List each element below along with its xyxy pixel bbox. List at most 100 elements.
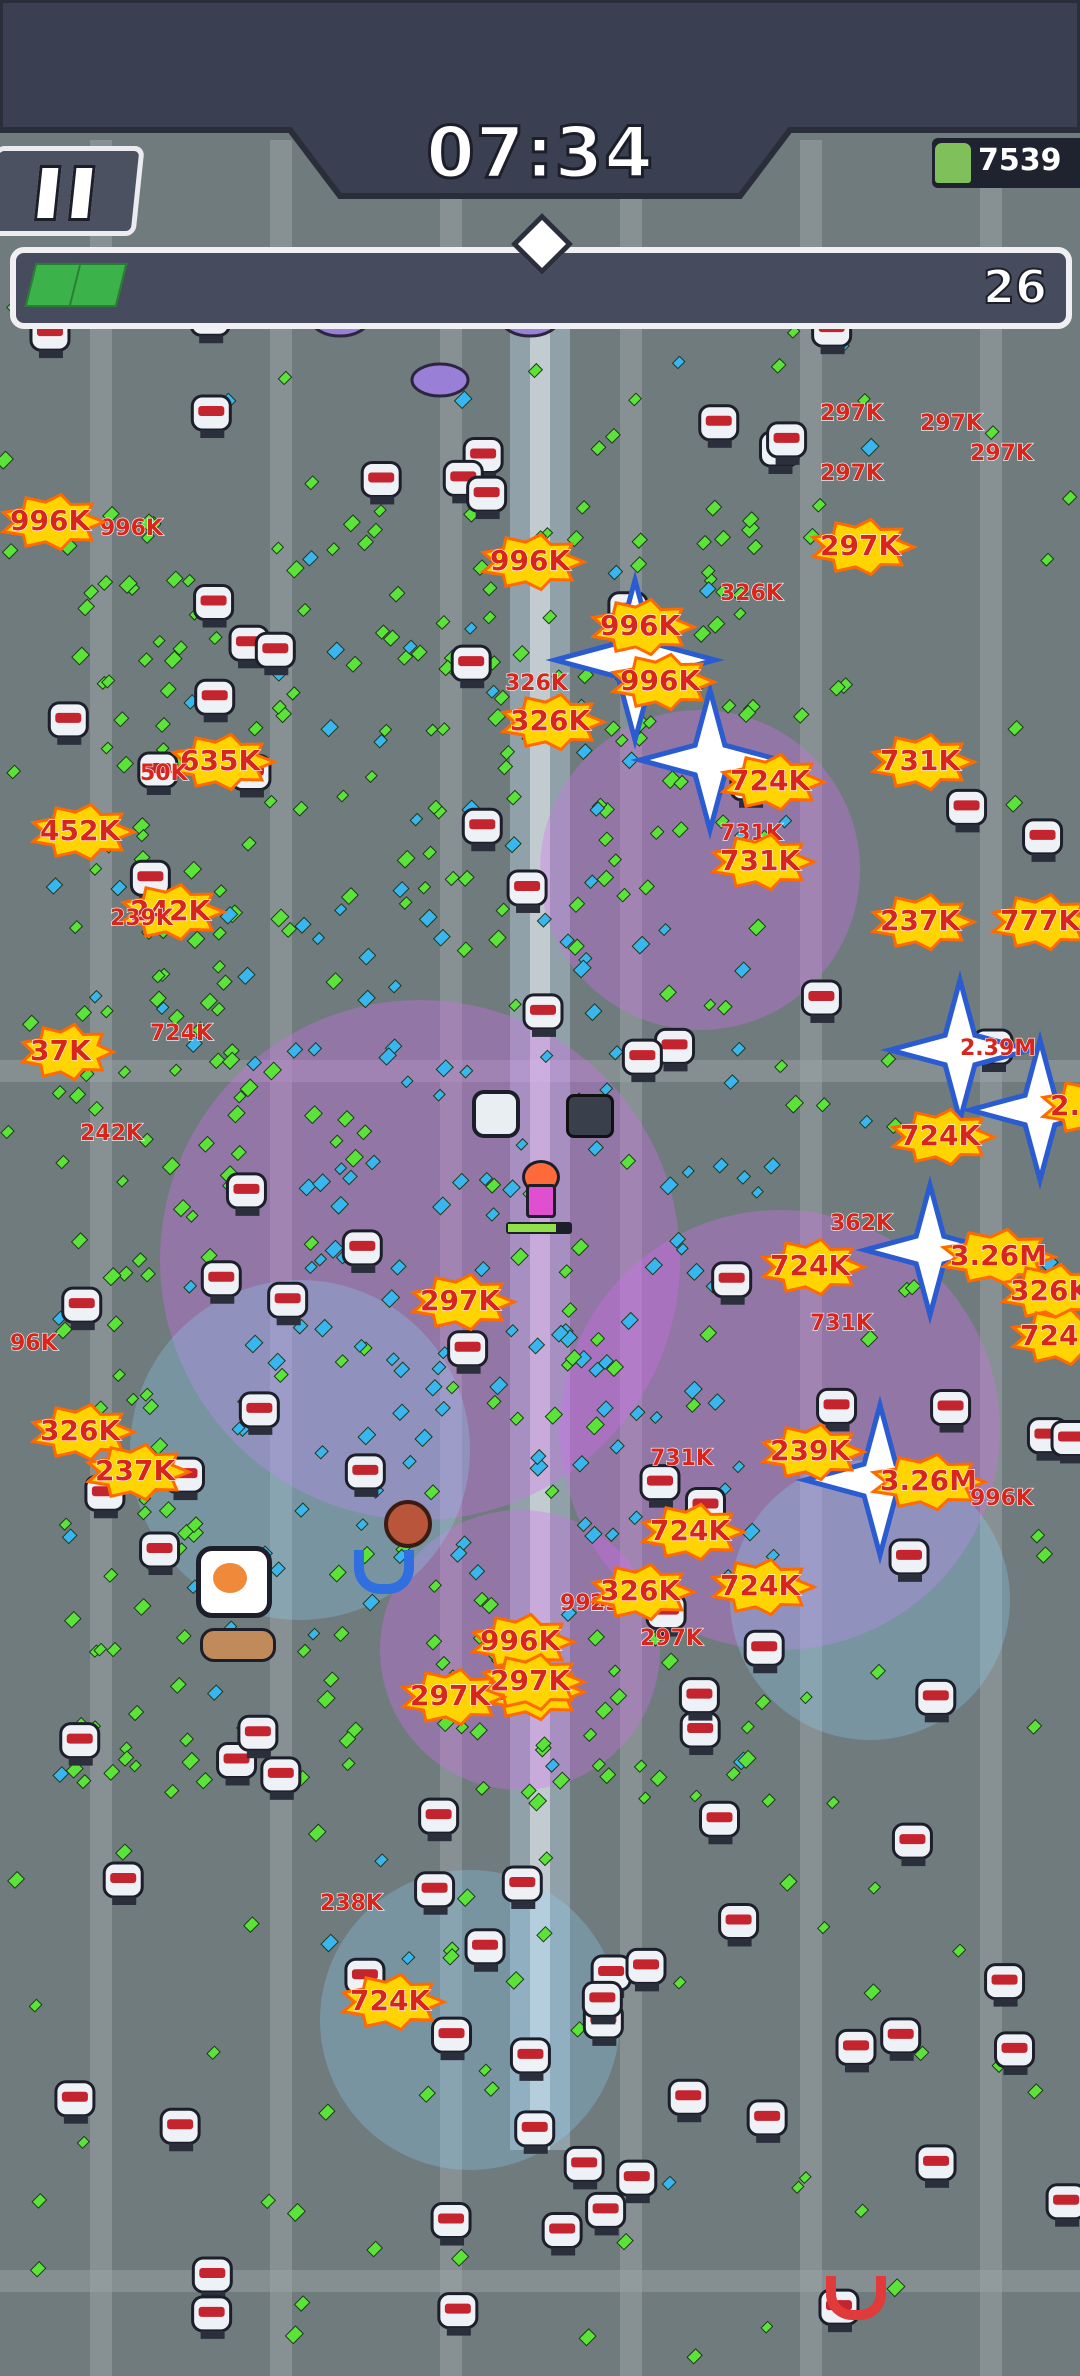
blue-gem bbox=[860, 437, 880, 457]
green-gem bbox=[0, 1124, 15, 1140]
robot-eye bbox=[686, 1688, 713, 1699]
green-gem bbox=[260, 2193, 277, 2210]
robot-eye bbox=[592, 2203, 619, 2214]
damage-number: 996K bbox=[480, 1624, 561, 1657]
green-gem bbox=[68, 1086, 87, 1105]
robot-legs bbox=[635, 1983, 660, 1992]
robot-legs bbox=[756, 2134, 781, 2143]
robot-legs bbox=[112, 1897, 137, 1906]
green-gem bbox=[863, 1983, 882, 2002]
green-gem bbox=[984, 425, 1000, 441]
green-gem bbox=[213, 884, 228, 898]
green-gem bbox=[733, 607, 747, 621]
robot-eye bbox=[472, 1939, 499, 1950]
game-timer: 07:34 bbox=[425, 111, 655, 196]
green-gem bbox=[508, 998, 522, 1012]
robot-legs bbox=[225, 1777, 250, 1786]
green-gem bbox=[181, 573, 196, 588]
robot-legs bbox=[63, 2115, 88, 2124]
robot-eye bbox=[991, 1974, 1018, 1985]
green-gem bbox=[21, 1014, 40, 1032]
robot-legs bbox=[202, 619, 227, 628]
green-gem bbox=[206, 2045, 221, 2061]
green-gem bbox=[292, 800, 309, 817]
robot-eye bbox=[458, 656, 485, 667]
damage-number: 362K bbox=[830, 1211, 894, 1236]
green-gem bbox=[1005, 794, 1024, 813]
robot-eye bbox=[349, 1240, 376, 1251]
robot-eye bbox=[530, 1004, 557, 1015]
green-gem bbox=[128, 1759, 142, 1773]
damage-number: 237K bbox=[95, 1454, 176, 1487]
green-gem bbox=[154, 716, 171, 733]
green-gem bbox=[495, 902, 511, 918]
green-gem bbox=[131, 1252, 148, 1268]
green-gem bbox=[133, 1597, 152, 1616]
robot-legs bbox=[625, 2195, 650, 2204]
robot-eye bbox=[368, 472, 395, 483]
player-level: 26 bbox=[982, 259, 1048, 315]
robot-legs bbox=[210, 1295, 235, 1304]
robot-eye bbox=[1053, 2194, 1080, 2205]
blue-gem bbox=[45, 877, 64, 895]
green-gem bbox=[631, 532, 649, 549]
green-gem bbox=[55, 1154, 70, 1170]
damage-number: 297K bbox=[820, 461, 884, 486]
robot-eye bbox=[454, 1341, 481, 1352]
green-gem bbox=[263, 794, 278, 809]
robot-eye bbox=[514, 880, 541, 891]
green-gem bbox=[488, 929, 507, 949]
robot-legs bbox=[955, 824, 980, 833]
robot-legs bbox=[993, 1998, 1018, 2007]
green-gem bbox=[212, 926, 227, 941]
green-gem bbox=[628, 392, 643, 407]
green-gem bbox=[181, 1751, 201, 1771]
robot-eye bbox=[267, 1767, 294, 1778]
damage-number: 724K bbox=[770, 1249, 851, 1282]
green-gem bbox=[152, 634, 166, 648]
green-gem bbox=[341, 1757, 356, 1772]
green-gem bbox=[31, 2192, 48, 2209]
green-gem bbox=[791, 2180, 805, 2194]
green-gem bbox=[725, 1766, 741, 1782]
green-gem bbox=[6, 764, 22, 780]
robot-eye bbox=[199, 2268, 226, 2279]
green-gem bbox=[325, 972, 344, 991]
robot-legs bbox=[200, 2330, 225, 2339]
robot-eye bbox=[629, 1050, 656, 1061]
damage-number: 297K bbox=[410, 1679, 491, 1712]
green-gem bbox=[68, 920, 84, 935]
green-gem bbox=[785, 1094, 805, 1114]
robot-legs bbox=[939, 1424, 964, 1433]
blue-gem bbox=[302, 549, 319, 567]
robot-eye bbox=[887, 2028, 914, 2039]
robot-eye bbox=[598, 1965, 625, 1976]
damage-number: 326K bbox=[505, 671, 569, 696]
green-gem bbox=[396, 849, 416, 869]
green-gem bbox=[417, 880, 432, 895]
green-gem bbox=[499, 744, 516, 761]
green-gem bbox=[0, 450, 14, 470]
robot-legs bbox=[471, 843, 496, 852]
drone-companion bbox=[472, 1090, 520, 1138]
player-character bbox=[516, 1160, 560, 1218]
green-gem bbox=[638, 1791, 652, 1805]
blue-gem bbox=[723, 1074, 740, 1091]
robot-eye bbox=[571, 2157, 598, 2168]
dog-pet bbox=[200, 1628, 276, 1662]
robot-legs bbox=[276, 1317, 301, 1326]
pause-button[interactable] bbox=[0, 146, 145, 236]
green-gem bbox=[746, 538, 764, 556]
damage-number: 50K bbox=[140, 761, 189, 786]
damage-number: 996K bbox=[600, 609, 681, 642]
robot-legs bbox=[38, 350, 63, 359]
robot-legs bbox=[199, 335, 224, 344]
robot-legs bbox=[68, 1757, 93, 1766]
pause-icon bbox=[67, 165, 96, 221]
robot-legs bbox=[573, 2181, 598, 2190]
green-gem bbox=[241, 836, 257, 852]
green-gem bbox=[76, 1774, 92, 1790]
damage-number: 777K bbox=[1000, 904, 1080, 937]
green-gem bbox=[7, 1870, 26, 1889]
robot-legs bbox=[901, 1858, 926, 1867]
